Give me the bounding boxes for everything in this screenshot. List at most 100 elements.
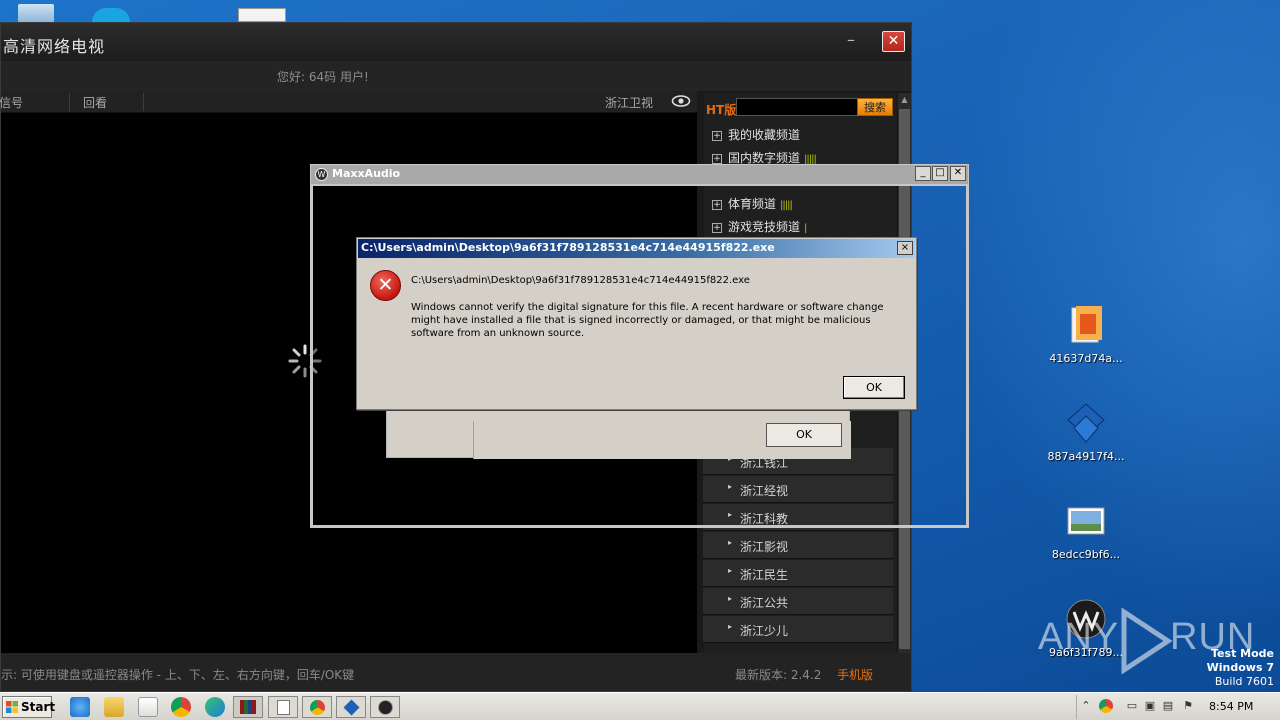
waves-logo-icon: W <box>315 168 328 181</box>
channel-item[interactable]: ▸ 浙江民生 <box>703 560 893 587</box>
error-file-path: C:\Users\admin\Desktop\9a6f31f789128531e… <box>411 275 750 286</box>
desktop-icon-label: 41637d74a... <box>1049 352 1123 365</box>
blue-diamond-app-icon <box>1066 402 1106 444</box>
tab-divider <box>69 93 70 111</box>
minimize-button[interactable]: – <box>847 32 861 48</box>
clock[interactable]: 8:54 PM <box>1209 700 1253 713</box>
test-mode-line2: Windows 7 <box>1206 661 1274 674</box>
expand-plus-icon: + <box>712 131 722 141</box>
network-icon[interactable]: ▭ <box>1125 699 1139 713</box>
desktop-icon-label: 887a4917f4... <box>1047 450 1125 463</box>
display-icon[interactable]: ▣ <box>1143 699 1157 713</box>
user-greeting: 您好: 64码 用户! <box>277 70 369 84</box>
scroll-up-icon[interactable]: ▲ <box>899 95 910 107</box>
channel-label: 浙江少儿 <box>740 624 789 638</box>
system-tray: ⌃ ▭ ▣ ▤ ⚑ 8:54 PM <box>1076 695 1278 719</box>
start-label: Start <box>21 700 56 714</box>
version-label: 最新版本: 2.4.2 <box>735 668 822 682</box>
edge-icon[interactable] <box>205 697 225 717</box>
taskbar-app-chrome[interactable] <box>302 696 332 718</box>
notepad-icon <box>277 700 290 715</box>
error-dialog-title: C:\Users\admin\Desktop\9a6f31f789128531e… <box>361 241 775 254</box>
bullet-icon: ▸ <box>728 594 733 603</box>
channel-item[interactable]: ▸ 浙江公共 <box>703 588 893 615</box>
close-button[interactable]: × <box>897 241 913 255</box>
ht-version-label: HT版 <box>706 103 737 117</box>
category-favorites[interactable]: + 我的收藏频道 <box>712 126 800 143</box>
skype-icon[interactable] <box>92 8 130 22</box>
internet-explorer-icon[interactable] <box>70 697 90 717</box>
recycle-bin-icon[interactable] <box>18 4 54 22</box>
channel-item[interactable]: ▸ 浙江少儿 <box>703 616 893 643</box>
tab-divider <box>143 93 144 111</box>
tv-status-bar: 示: 可使用键盘或遥控器操作 - 上、下、左、右方向键，回车/OK键 最新版本:… <box>1 653 911 691</box>
tv-tab-bar: 信号 回看 浙江卫视 <box>0 91 697 113</box>
chrome-icon[interactable] <box>171 697 191 717</box>
bullet-icon: ▸ <box>728 538 733 547</box>
taskbar-app-notepad[interactable] <box>268 696 298 718</box>
background-ok-button[interactable]: OK <box>766 423 842 447</box>
category-label: 国内数字频道 <box>728 151 801 165</box>
document-orange-icon <box>1066 304 1106 346</box>
tab-signal[interactable]: 信号 <box>0 94 23 111</box>
bullet-icon: ▸ <box>728 622 733 631</box>
close-button[interactable]: ✕ <box>950 166 966 181</box>
action-center-flag-icon[interactable]: ⚑ <box>1181 699 1195 713</box>
tab-playback[interactable]: 回看 <box>83 94 107 111</box>
waves-logo-icon <box>378 700 393 715</box>
winrar-icon <box>240 700 256 714</box>
error-x-icon: ✕ <box>370 270 401 301</box>
chrome-tray-icon[interactable] <box>1099 699 1113 713</box>
category-label: 我的收藏频道 <box>728 128 801 142</box>
error-dialog-titlebar[interactable]: C:\Users\admin\Desktop\9a6f31f789128531e… <box>358 239 915 258</box>
play-logo-icon <box>1121 608 1173 674</box>
mobile-version-link[interactable]: 手机版 <box>837 666 873 683</box>
channel-search-input[interactable] <box>736 98 858 116</box>
blue-diamond-app-icon <box>343 699 360 716</box>
maximize-button[interactable]: □ <box>932 166 948 181</box>
error-message: Windows cannot verify the digital signat… <box>411 302 884 339</box>
image-file-icon <box>1066 500 1106 542</box>
tv-app-title: 高清网络电视 <box>3 37 106 56</box>
document-thumbnail-icon[interactable] <box>238 8 286 22</box>
expand-plus-icon: + <box>712 154 722 164</box>
channel-label: 浙江民生 <box>740 568 789 582</box>
minimize-button[interactable]: _ <box>915 166 931 181</box>
close-button[interactable]: ✕ <box>882 31 905 52</box>
watermark-left: ANY <box>1038 616 1120 658</box>
tray-expand-icon[interactable]: ⌃ <box>1079 699 1093 713</box>
current-channel-label: 浙江卫视 <box>605 96 654 110</box>
test-mode-line1: Test Mode <box>1211 647 1274 660</box>
test-mode-notice: Test Mode Windows 7 Build 7601 <box>1207 647 1274 689</box>
chrome-icon <box>310 700 325 715</box>
channel-item[interactable]: ▸ 浙江影视 <box>703 532 893 559</box>
taskbar-app-archive[interactable] <box>233 696 263 718</box>
ok-button[interactable]: OK <box>843 376 905 399</box>
desktop-icon-file3[interactable]: 8edcc9bf6... <box>1046 500 1126 561</box>
network-status-icon[interactable]: ▤ <box>1161 699 1175 713</box>
search-button[interactable]: 搜索 <box>857 98 893 116</box>
taskbar-app-maxxaudio[interactable] <box>370 696 400 718</box>
greeting-bar: 您好: 64码 用户! <box>1 61 911 91</box>
background-dialog: OK <box>386 406 851 459</box>
channel-label: 浙江公共 <box>740 596 789 610</box>
maxxaudio-title: MaxxAudio <box>332 167 401 180</box>
channel-label: 浙江影视 <box>740 540 789 554</box>
windows-flag-icon <box>6 701 18 713</box>
test-mode-line3: Build 7601 <box>1214 675 1274 688</box>
desktop-icon-file1[interactable]: 41637d74a... <box>1046 304 1126 365</box>
explorer-folder-icon[interactable] <box>104 697 124 717</box>
keyboard-hint: 示: 可使用键盘或遥控器操作 - 上、下、左、右方向键，回车/OK键 <box>1 668 355 682</box>
background-dialog-panel: OK <box>473 421 851 459</box>
maxxaudio-titlebar[interactable]: W MaxxAudio _ □ ✕ <box>311 165 968 184</box>
eye-icon[interactable] <box>671 94 691 108</box>
signature-error-dialog: C:\Users\admin\Desktop\9a6f31f789128531e… <box>356 237 917 410</box>
desktop-icon-file2[interactable]: 887a4917f4... <box>1046 402 1126 463</box>
start-button[interactable]: Start <box>2 696 56 718</box>
taskbar-app-blue[interactable] <box>336 696 366 718</box>
media-player-icon[interactable] <box>138 697 158 717</box>
tv-titlebar[interactable]: 高清网络电视 – ✕ <box>1 23 911 61</box>
taskbar: Start ⌃ ▭ ▣ ▤ ⚑ 8:54 PM <box>0 692 1280 720</box>
bullet-icon: ▸ <box>728 566 733 575</box>
desktop-icon-label: 8edcc9bf6... <box>1051 548 1121 561</box>
